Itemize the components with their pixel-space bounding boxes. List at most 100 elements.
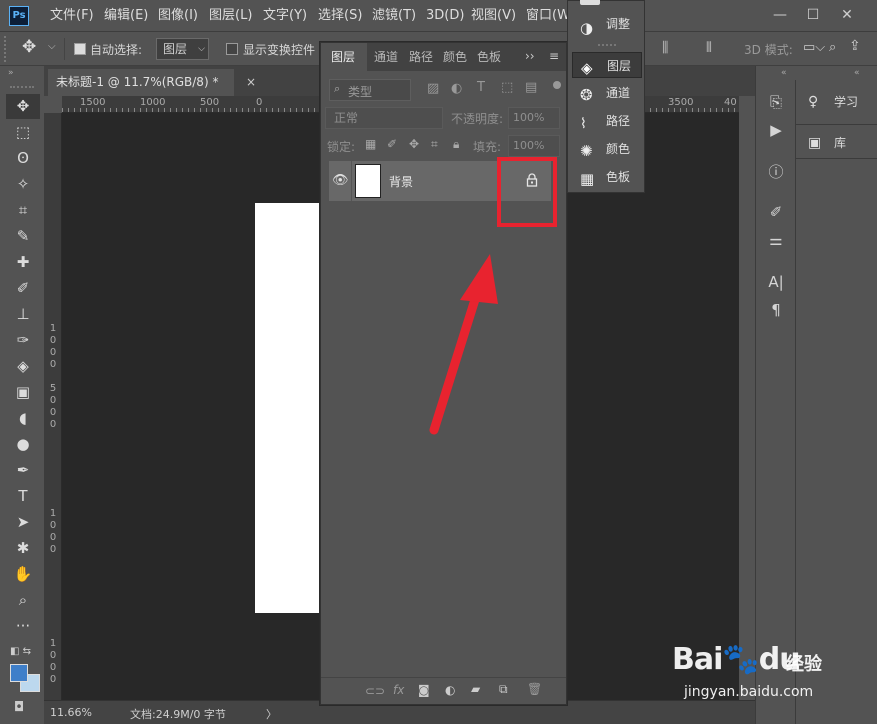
lock-all-icon[interactable]: 🔒︎ <box>453 137 459 152</box>
shape-filter-icon[interactable]: ⬚ <box>501 80 513 95</box>
pixel-filter-icon[interactable]: ▨ <box>427 81 439 96</box>
brush-tool-icon[interactable]: ✐ <box>6 276 40 301</box>
lock-position-icon[interactable]: ✥ <box>409 137 419 151</box>
fx-icon[interactable]: fx <box>393 683 404 697</box>
panel-menu-paths[interactable]: ⌇ 路径 <box>572 108 642 134</box>
menu-type[interactable]: 文字(Y) <box>263 0 307 32</box>
tab-swatches[interactable]: 色板 <box>477 43 501 71</box>
zoom-tool-icon[interactable]: ⌕ <box>6 588 40 613</box>
link-icon[interactable]: ⊂⊃ <box>365 684 385 698</box>
move-tool-icon[interactable]: ✥ <box>6 94 40 119</box>
lock-transparent-icon[interactable]: ▦ <box>365 137 376 151</box>
hand-tool-icon[interactable]: ✋ <box>6 562 40 587</box>
filter-type-dropdown[interactable]: ⌕ 类型 <box>329 79 411 101</box>
paragraph-icon[interactable]: ¶ <box>764 298 788 322</box>
tab-layers[interactable]: 图层 <box>321 43 367 71</box>
menu-select[interactable]: 选择(S) <box>318 0 362 32</box>
eye-icon[interactable]: 👁︎ <box>332 173 349 188</box>
auto-select-checkbox[interactable] <box>74 43 86 55</box>
panel-menu-layers[interactable]: ◈ 图层 <box>572 52 642 78</box>
menu-window[interactable]: 窗口(W <box>526 0 570 32</box>
adjustment-filter-icon[interactable]: ◐ <box>451 81 462 96</box>
actions-play-icon[interactable]: ▶ <box>764 118 788 142</box>
panel-menu-channels[interactable]: ❂ 通道 <box>572 80 642 106</box>
eyedropper-icon[interactable]: ✎ <box>6 224 40 249</box>
filter-toggle-icon[interactable] <box>553 81 561 89</box>
history-icon[interactable]: ⎘ <box>764 90 788 114</box>
lasso-tool-icon[interactable]: ʘ <box>6 146 40 171</box>
distribute-icon[interactable]: ⫴ <box>706 40 712 56</box>
menu-3d[interactable]: 3D(D) <box>426 0 464 32</box>
blur-tool-icon[interactable]: ◖ <box>6 406 40 431</box>
auto-select-dropdown[interactable]: 图层 ⌵ <box>156 38 209 60</box>
type-filter-icon[interactable]: T <box>477 80 485 95</box>
tab-document[interactable]: 未标题-1 @ 11.7%(RGB/8) * × <box>48 69 256 96</box>
collapse-arrows-icon[interactable]: « <box>781 68 787 78</box>
default-colors-icon[interactable]: ◧ ⇆ <box>10 646 31 657</box>
menu-image[interactable]: 图像(I) <box>158 0 198 32</box>
more-tools-icon[interactable]: ··· <box>6 614 40 639</box>
custom-shape-icon[interactable]: ✱ <box>6 536 40 561</box>
collapse-arrows-icon[interactable]: « <box>854 68 860 78</box>
foreground-color-swatch[interactable] <box>10 664 28 682</box>
move-tool-icon[interactable]: ✥ <box>22 37 36 57</box>
panel-menu-icon[interactable]: ≡ <box>549 49 559 63</box>
align-center-icon[interactable]: ⫼ <box>662 40 668 56</box>
path-select-icon[interactable]: ➤ <box>6 510 40 535</box>
clone-stamp-icon[interactable]: ⊥ <box>6 302 40 327</box>
panel-menu-color[interactable]: ✺ 颜色 <box>572 136 642 162</box>
tab-channels[interactable]: 通道 <box>374 43 398 71</box>
lock-artboard-icon[interactable]: ⌗ <box>431 137 438 152</box>
chevron-down-icon[interactable]: ⌵ <box>48 41 56 52</box>
tab-color[interactable]: 颜色 <box>443 43 467 71</box>
panel-menu-swatches[interactable]: ▦ 色板 <box>572 164 642 190</box>
show-transform-checkbox[interactable] <box>226 43 238 55</box>
healing-brush-icon[interactable]: ✚ <box>6 250 40 275</box>
blend-mode-dropdown[interactable]: 正常 <box>325 107 443 129</box>
gradient-tool-icon[interactable]: ▣ <box>6 380 40 405</box>
type-tool-icon[interactable]: T <box>6 484 40 509</box>
new-layer-icon[interactable]: ⧉ <box>499 682 508 697</box>
share-icon[interactable]: ⇪ <box>849 38 861 54</box>
folder-icon[interactable]: ▰ <box>471 682 480 696</box>
mask-icon[interactable]: ◙ <box>418 683 430 697</box>
menu-view[interactable]: 视图(V) <box>471 0 516 32</box>
menu-edit[interactable]: 编辑(E) <box>104 0 148 32</box>
history-brush-icon[interactable]: ✑ <box>6 328 40 353</box>
menu-layer[interactable]: 图层(L) <box>209 0 252 32</box>
trash-icon[interactable]: 🗑︎ <box>527 682 542 696</box>
menu-filter[interactable]: 滤镜(T) <box>372 0 416 32</box>
tab-close-icon[interactable]: × <box>246 69 256 96</box>
eraser-icon[interactable]: ◈ <box>6 354 40 379</box>
search-icon[interactable]: ⌕ <box>829 40 836 55</box>
vertical-scrollbar[interactable] <box>739 113 755 700</box>
marquee-tool-icon[interactable]: ⬚ <box>6 120 40 145</box>
expand-arrows-icon[interactable]: ›› <box>525 49 535 63</box>
pen-tool-icon[interactable]: ✒ <box>6 458 40 483</box>
workspace-icon[interactable]: ▭⌵ <box>803 40 825 55</box>
layer-thumbnail[interactable] <box>355 164 381 198</box>
zoom-level[interactable]: 11.66% <box>50 706 92 719</box>
magic-wand-icon[interactable]: ✧ <box>6 172 40 197</box>
crop-tool-icon[interactable]: ⌗ <box>6 198 40 223</box>
status-arrow-icon[interactable]: 〉 <box>266 706 277 722</box>
adjustment-icon[interactable]: ◐ <box>445 683 455 697</box>
quick-mask-icon[interactable]: ◘ <box>14 700 24 715</box>
lock-image-icon[interactable]: ✐ <box>387 137 397 151</box>
layer-name[interactable]: 背景 <box>389 173 413 190</box>
minimize-icon[interactable]: — <box>768 4 792 26</box>
opacity-input[interactable]: 100% <box>508 107 560 129</box>
info-icon[interactable]: ⓘ <box>764 160 788 184</box>
close-window-icon[interactable]: ✕ <box>835 4 859 26</box>
brush-settings-icon[interactable]: ✐ <box>764 200 788 224</box>
dodge-tool-icon[interactable]: ● <box>6 432 40 457</box>
character-icon[interactable]: A| <box>764 270 788 294</box>
panel-menu-adjustments[interactable]: ◑ 调整 <box>572 11 642 37</box>
maximize-icon[interactable]: ☐ <box>801 4 825 26</box>
document-canvas[interactable] <box>255 203 321 613</box>
menu-file[interactable]: 文件(F) <box>50 0 94 32</box>
smart-object-filter-icon[interactable]: ▤ <box>525 80 537 95</box>
properties-icon[interactable]: ⚌ <box>764 228 788 252</box>
tab-paths[interactable]: 路径 <box>409 43 433 71</box>
fill-input[interactable]: 100% <box>508 135 560 157</box>
